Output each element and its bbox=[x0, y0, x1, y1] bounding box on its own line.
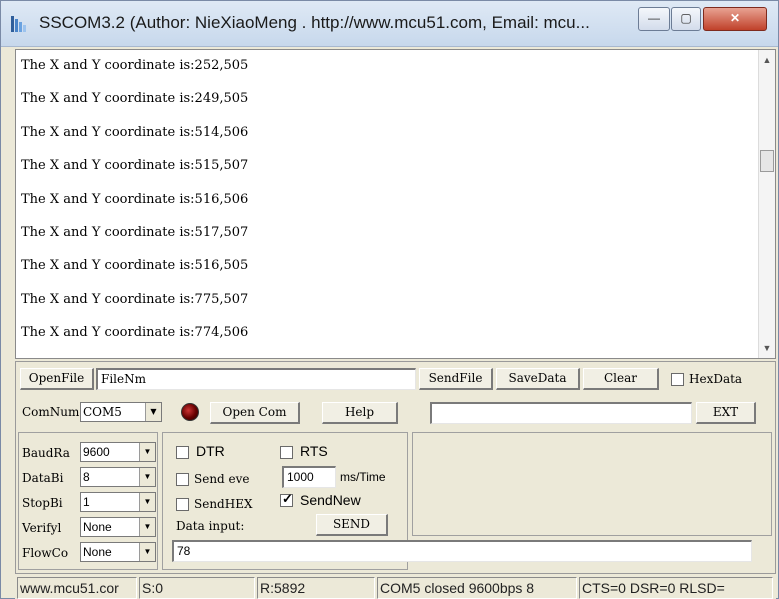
stop-bits-label: StopBi bbox=[22, 496, 63, 510]
output-line: The X and Y coordinate is:774,506 bbox=[21, 325, 249, 341]
close-button[interactable]: ✕ bbox=[703, 7, 767, 31]
status-site: www.mcu51.cor bbox=[17, 577, 137, 599]
flow-control-value: None bbox=[83, 545, 112, 559]
verify-label: Verifyl bbox=[22, 521, 62, 535]
send-new-checkbox[interactable]: ✓ bbox=[280, 491, 293, 507]
data-bits-value: 8 bbox=[83, 470, 90, 484]
hex-data-checkbox[interactable] bbox=[671, 373, 684, 386]
window-title: SSCOM3.2 (Author: NieXiaoMeng . http://w… bbox=[39, 13, 590, 32]
status-bar: www.mcu51.cor S:0 R:5892 COM5 closed 960… bbox=[15, 574, 776, 599]
output-line: The X and Y coordinate is:516,506 bbox=[21, 191, 249, 207]
output-line: The X and Y coordinate is:252,505 bbox=[21, 58, 249, 73]
chevron-down-icon[interactable]: ▼ bbox=[139, 443, 155, 461]
chevron-down-icon[interactable]: ▼ bbox=[139, 468, 155, 486]
flow-control-label: FlowCo bbox=[22, 546, 69, 560]
open-file-button[interactable]: OpenFile bbox=[20, 368, 94, 390]
verify-value: None bbox=[83, 520, 112, 534]
interval-unit-label: ms/Time bbox=[340, 470, 386, 484]
output-line: The X and Y coordinate is:249,505 bbox=[21, 91, 249, 107]
open-com-button[interactable]: Open Com bbox=[210, 402, 300, 424]
stop-bits-select[interactable]: 1 ▼ bbox=[80, 492, 156, 512]
data-bits-label: DataBi bbox=[22, 471, 64, 485]
title-bar[interactable]: SSCOM3.2 (Author: NieXiaoMeng . http://w… bbox=[1, 1, 778, 47]
chevron-down-icon[interactable]: ▼ bbox=[139, 518, 155, 536]
output-line: The X and Y coordinate is:515,507 bbox=[21, 158, 249, 174]
dtr-checkbox[interactable] bbox=[176, 446, 189, 459]
output-line: The X and Y coordinate is:514,506 bbox=[21, 124, 249, 140]
send-every-label: Send eve bbox=[194, 472, 250, 486]
rts-checkbox[interactable] bbox=[280, 446, 293, 459]
send-every-checkbox[interactable] bbox=[176, 473, 189, 486]
output-line: The X and Y coordinate is:775,507 bbox=[21, 291, 249, 307]
baud-rate-label: BaudRa bbox=[22, 446, 70, 460]
clear-button[interactable]: Clear bbox=[583, 368, 659, 390]
com-num-label: ComNum bbox=[22, 405, 80, 419]
output-line: The X and Y coordinate is:517,507 bbox=[21, 224, 249, 240]
status-port: COM5 closed 9600bps 8 bbox=[377, 577, 577, 599]
data-input-field[interactable]: 78 bbox=[172, 540, 752, 562]
flow-control-select[interactable]: None ▼ bbox=[80, 542, 156, 562]
help-button[interactable]: Help bbox=[322, 402, 398, 424]
send-hex-label: SendHEX bbox=[194, 497, 253, 511]
control-panel: OpenFile FileNm SendFile SaveData Clear … bbox=[15, 361, 776, 574]
save-data-button[interactable]: SaveData bbox=[496, 368, 580, 390]
data-bits-select[interactable]: 8 ▼ bbox=[80, 467, 156, 487]
scroll-up-icon[interactable]: ▲ bbox=[759, 52, 775, 68]
com-num-value: COM5 bbox=[83, 405, 122, 419]
baud-rate-select[interactable]: 9600 ▼ bbox=[80, 442, 156, 462]
hex-data-label: HexData bbox=[689, 372, 743, 386]
send-new-label: SendNew bbox=[300, 492, 361, 508]
dtr-label: DTR bbox=[196, 443, 225, 459]
sscom-window: SSCOM3.2 (Author: NieXiaoMeng . http://w… bbox=[0, 0, 779, 599]
status-display-field bbox=[430, 402, 692, 424]
app-icon bbox=[11, 16, 26, 32]
chevron-down-icon[interactable]: ▼ bbox=[139, 543, 155, 561]
send-button[interactable]: SEND bbox=[316, 514, 388, 536]
stop-bits-value: 1 bbox=[83, 495, 90, 509]
ext-button[interactable]: EXT bbox=[696, 402, 756, 424]
chevron-down-icon[interactable]: ▼ bbox=[145, 403, 161, 421]
maximize-button[interactable]: ▢ bbox=[671, 7, 701, 31]
baud-rate-value: 9600 bbox=[83, 445, 110, 459]
chevron-down-icon[interactable]: ▼ bbox=[139, 493, 155, 511]
interval-input[interactable]: 1000 bbox=[282, 466, 336, 488]
com-num-select[interactable]: COM5 ▼ bbox=[80, 402, 162, 422]
minimize-button[interactable]: — bbox=[638, 7, 670, 31]
receive-area[interactable]: The X and Y coordinate is:252,505 The X … bbox=[15, 49, 776, 359]
scroll-down-icon[interactable]: ▼ bbox=[759, 340, 775, 356]
vertical-scrollbar[interactable]: ▲ ▼ bbox=[758, 50, 775, 358]
data-input-label: Data input: bbox=[176, 519, 245, 533]
rts-label: RTS bbox=[300, 443, 328, 459]
port-status-led-icon bbox=[181, 403, 199, 421]
send-text-area[interactable] bbox=[412, 432, 772, 536]
receive-lines: The X and Y coordinate is:252,505 The X … bbox=[21, 55, 751, 356]
scroll-thumb[interactable] bbox=[760, 150, 774, 172]
send-hex-checkbox[interactable] bbox=[176, 498, 189, 511]
output-line: The X and Y coordinate is:516,505 bbox=[21, 258, 249, 274]
verify-select[interactable]: None ▼ bbox=[80, 517, 156, 537]
checkmark-icon: ✓ bbox=[282, 491, 293, 506]
status-sent: S:0 bbox=[139, 577, 255, 599]
send-file-button[interactable]: SendFile bbox=[419, 368, 493, 390]
status-lines: CTS=0 DSR=0 RLSD= bbox=[579, 577, 773, 599]
file-name-field[interactable]: FileNm bbox=[96, 368, 416, 390]
status-received: R:5892 bbox=[257, 577, 375, 599]
